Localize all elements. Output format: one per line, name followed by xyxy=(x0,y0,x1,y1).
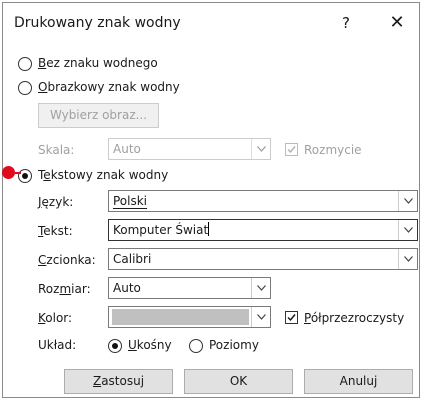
apply-button-text: astosuj xyxy=(101,374,145,388)
chevron-down-icon xyxy=(251,307,270,327)
text-cursor xyxy=(208,222,210,236)
font-dropdown[interactable]: Calibri xyxy=(108,248,418,270)
language-label-text: ęzyk: xyxy=(41,195,74,209)
washout-label: Rozmycie xyxy=(304,143,362,157)
text-watermark-label-text: kstowy znak wodny xyxy=(50,168,169,182)
picture-watermark-label[interactable]: Obrazkowy znak wodny xyxy=(38,80,180,94)
color-swatch xyxy=(112,309,249,325)
font-value: Calibri xyxy=(113,252,152,266)
diagonal-label-text: kośny xyxy=(136,338,172,352)
layout-label: Układ: xyxy=(38,338,77,352)
text-label-text: ekst: xyxy=(43,224,73,238)
checkmark-icon xyxy=(287,146,296,154)
apply-button-accel: Z xyxy=(92,374,102,388)
language-label: Język: xyxy=(38,195,73,209)
size-label-text: iar: xyxy=(71,282,91,296)
diagonal-label[interactable]: Ukośny xyxy=(128,338,172,352)
size-label-accel: m xyxy=(59,282,72,296)
semitransparent-checkbox[interactable] xyxy=(285,311,298,324)
watermark-dialog: Drukowany znak wodny ? ✕ Bez znaku wodne… xyxy=(2,2,420,398)
highlight-marker xyxy=(2,166,15,179)
help-button[interactable]: ? xyxy=(333,11,359,35)
color-label-text: olor: xyxy=(45,311,73,325)
chevron-down-icon xyxy=(398,249,417,269)
no-watermark-label-accel: B xyxy=(38,56,47,70)
checkmark-icon xyxy=(287,314,296,322)
dialog-title: Drukowany znak wodny xyxy=(14,15,181,31)
text-value: Komputer Świat xyxy=(113,223,209,237)
diagonal-label-accel: U xyxy=(128,338,137,352)
chevron-down-icon xyxy=(251,139,270,159)
language-dropdown[interactable]: Polski xyxy=(108,190,418,212)
apply-button[interactable]: Zastosuj xyxy=(64,369,173,394)
semitransparent-label[interactable]: Półprzezroczysty xyxy=(304,311,404,325)
close-button[interactable]: ✕ xyxy=(384,11,410,35)
size-label-pre: Roz xyxy=(38,282,60,296)
select-picture-button[interactable]: Wybierz obraz... xyxy=(38,103,159,128)
no-watermark-label-text: ez znaku wodnego xyxy=(46,56,158,70)
semitransparent-label-accel: P xyxy=(304,311,311,325)
no-watermark-radio[interactable] xyxy=(18,57,32,71)
size-value: Auto xyxy=(113,281,141,295)
diagonal-radio[interactable] xyxy=(108,339,122,353)
text-watermark-label-accel: e xyxy=(43,168,51,182)
no-watermark-label[interactable]: Bez znaku wodnego xyxy=(38,56,158,70)
title-bar: Drukowany znak wodny ? ✕ xyxy=(3,3,419,43)
scale-label: Skala: xyxy=(38,143,75,157)
language-value: Polski xyxy=(113,194,148,208)
text-watermark-label[interactable]: Tekstowy znak wodny xyxy=(38,168,168,182)
color-label: Kolor: xyxy=(38,311,72,325)
semitransparent-label-text: ółprzezroczysty xyxy=(310,311,405,325)
scale-dropdown[interactable]: Auto xyxy=(108,138,271,160)
scale-value: Auto xyxy=(113,142,141,156)
color-dropdown[interactable] xyxy=(108,306,271,328)
ok-button[interactable]: OK xyxy=(184,369,293,394)
washout-checkbox[interactable] xyxy=(285,143,298,156)
chevron-down-icon xyxy=(398,220,417,240)
highlight-marker-line xyxy=(15,172,21,174)
font-label: Czcionka: xyxy=(38,253,96,267)
size-label: Rozmiar: xyxy=(38,282,91,296)
chevron-down-icon xyxy=(398,191,417,211)
chevron-down-icon xyxy=(251,278,270,298)
text-label: Tekst: xyxy=(38,224,73,238)
cancel-button[interactable]: Anuluj xyxy=(304,369,413,394)
horizontal-label[interactable]: Poziomy xyxy=(209,338,259,352)
font-label-text: zcionka: xyxy=(46,253,96,267)
text-input[interactable]: Komputer Świat xyxy=(108,219,418,241)
picture-watermark-label-text: brazkowy znak wodny xyxy=(47,80,180,94)
horizontal-radio[interactable] xyxy=(189,339,203,353)
picture-watermark-radio[interactable] xyxy=(18,81,32,95)
size-dropdown[interactable]: Auto xyxy=(108,277,271,299)
